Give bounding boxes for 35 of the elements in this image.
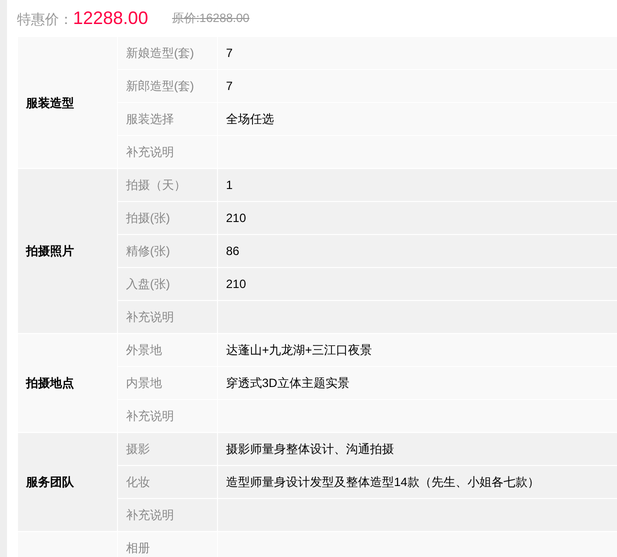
label-cell: 精修(张) bbox=[118, 235, 218, 267]
category-cell: 拍摄照片 bbox=[18, 169, 118, 333]
value-cell: 造型师量身设计发型及整体造型14款（先生、小姐各七款） bbox=[218, 466, 617, 498]
original-price-label: 原价: bbox=[172, 10, 200, 27]
label-cell: 补充说明 bbox=[118, 136, 218, 168]
value-cell: 210 bbox=[218, 268, 617, 300]
label-cell: 入盘(张) bbox=[118, 268, 218, 300]
label-cell: 化妆 bbox=[118, 466, 218, 498]
value-cell: 7 bbox=[218, 37, 617, 69]
label-cell: 服装选择 bbox=[118, 103, 218, 135]
value-cell: 全场任选 bbox=[218, 103, 617, 135]
category-cell: 服务团队 bbox=[18, 433, 118, 531]
label-cell: 相册 bbox=[118, 532, 218, 557]
category-cell: 拍摄地点 bbox=[18, 334, 118, 432]
label-cell: 新郎造型(套) bbox=[118, 70, 218, 102]
label-cell: 新娘造型(套) bbox=[118, 37, 218, 69]
value-cell: 达蓬山+九龙湖+三江口夜景 bbox=[218, 334, 617, 366]
label-cell: 内景地 bbox=[118, 367, 218, 399]
value-cell: 86 bbox=[218, 235, 617, 267]
label-cell: 摄影 bbox=[118, 433, 218, 465]
category-cell: 服装造型 bbox=[18, 37, 118, 168]
price-label: 特惠价： bbox=[17, 10, 73, 28]
value-cell: 1 bbox=[218, 169, 617, 201]
label-cell: 拍摄(张) bbox=[118, 202, 218, 234]
label-cell: 补充说明 bbox=[118, 400, 218, 432]
value-cell: 穿透式3D立体主题实景 bbox=[218, 367, 617, 399]
value-cell: 210 bbox=[218, 202, 617, 234]
original-price: 16288.00 bbox=[199, 10, 250, 27]
label-cell: 外景地 bbox=[118, 334, 218, 366]
label-cell: 补充说明 bbox=[118, 499, 218, 531]
label-cell: 拍摄（天） bbox=[118, 169, 218, 201]
value-cell: 7 bbox=[218, 70, 617, 102]
value-cell: 摄影师量身整体设计、沟通拍摄 bbox=[218, 433, 617, 465]
sale-price: 12288.00 bbox=[73, 6, 148, 30]
label-cell: 补充说明 bbox=[118, 301, 218, 333]
